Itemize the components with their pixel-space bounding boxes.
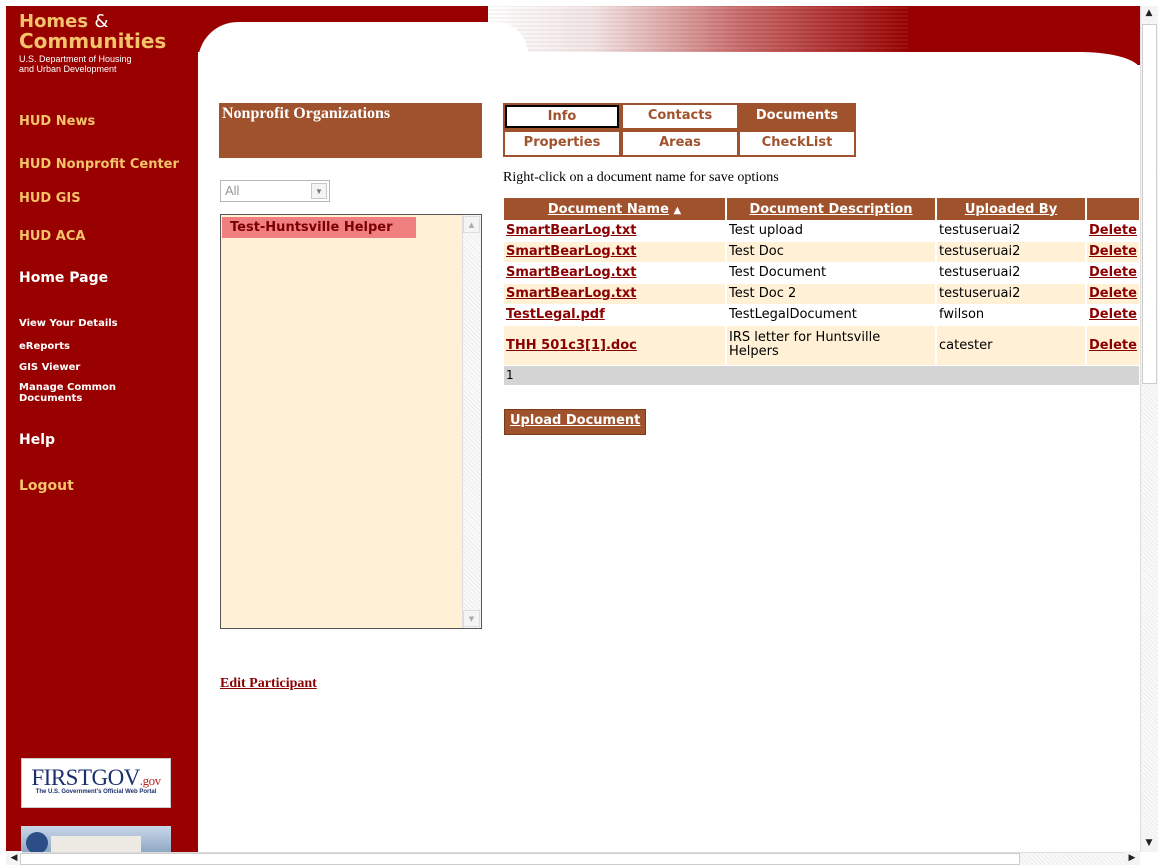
nav-home-page[interactable]: Home Page: [19, 270, 108, 286]
tab-bar: Info Contacts Documents Properties Areas…: [503, 103, 856, 157]
nav-hud-news[interactable]: HUD News: [19, 114, 95, 129]
organization-list[interactable]: Test-Huntsville Helper ▲ ▼: [220, 214, 482, 629]
document-name-link[interactable]: SmartBearLog.txt: [504, 241, 727, 263]
document-description: IRS letter for Huntsville Helpers: [726, 325, 937, 366]
seal-icon: [26, 832, 48, 852]
scroll-right-icon[interactable]: ▶: [1124, 851, 1140, 865]
scrollbar-thumb[interactable]: [1142, 24, 1157, 384]
tab-checklist[interactable]: CheckList: [740, 132, 854, 155]
table-row: SmartBearLog.txt Test upload testuseruai…: [504, 220, 1141, 242]
table-row: THH 501c3[1].doc IRS letter for Huntsvil…: [504, 325, 1141, 366]
header-banner: [198, 6, 1140, 65]
delete-link[interactable]: Delete: [1086, 220, 1141, 242]
document-description-header-label[interactable]: Document Description: [749, 202, 912, 217]
nav-manage-common-documents[interactable]: Manage Common Documents: [19, 382, 139, 404]
scrollbar-thumb[interactable]: [20, 853, 1020, 865]
uploaded-by: catester: [936, 325, 1087, 366]
uploaded-by: testuseruai2: [936, 283, 1087, 305]
tab-info[interactable]: Info: [505, 105, 619, 128]
firstgov-title: FIRSTGOV: [31, 765, 140, 790]
tab-contacts[interactable]: Contacts: [623, 105, 737, 128]
scroll-up-icon[interactable]: ▲: [463, 216, 480, 233]
table-pager-row: 1: [504, 365, 1141, 386]
upload-document-button[interactable]: Upload Document: [504, 409, 647, 435]
nav-hud-aca[interactable]: HUD ACA: [19, 229, 85, 244]
uploaded-by: testuseruai2: [936, 220, 1087, 242]
column-header-actions: [1086, 198, 1141, 220]
delete-link[interactable]: Delete: [1086, 283, 1141, 305]
logo-line2: Communities: [19, 29, 167, 53]
column-header-document-name[interactable]: Document Name ▲: [504, 198, 727, 220]
uploaded-by-header-label[interactable]: Uploaded By: [965, 202, 1057, 217]
delete-link[interactable]: Delete: [1086, 304, 1141, 326]
firstgov-suffix: .gov: [139, 773, 161, 788]
hud-logo[interactable]: Homes & Communities U.S. Department of H…: [19, 12, 166, 74]
table-row: SmartBearLog.txt Test Document testuseru…: [504, 262, 1141, 284]
list-scrollbar[interactable]: ▲ ▼: [462, 215, 481, 628]
logo-subtitle1: U.S. Department of Housing: [19, 54, 132, 64]
save-options-hint: Right-click on a document name for save …: [503, 170, 779, 185]
document-name-link[interactable]: SmartBearLog.txt: [504, 262, 727, 284]
list-item-test-huntsville-helper[interactable]: Test-Huntsville Helper: [222, 217, 416, 238]
document-name-link[interactable]: THH 501c3[1].doc: [504, 325, 727, 366]
table-row: SmartBearLog.txt Test Doc 2 testuseruai2…: [504, 283, 1141, 305]
whitehouse-image[interactable]: [21, 826, 171, 852]
tab-areas[interactable]: Areas: [623, 132, 737, 155]
nav-logout[interactable]: Logout: [19, 478, 74, 494]
left-sidebar: Homes & Communities U.S. Department of H…: [6, 6, 198, 852]
delete-link[interactable]: Delete: [1086, 241, 1141, 263]
nav-view-your-details[interactable]: View Your Details: [19, 318, 118, 329]
window-horizontal-scrollbar[interactable]: ◀ ▶: [6, 851, 1140, 865]
table-row: SmartBearLog.txt Test Doc testuseruai2 D…: [504, 241, 1141, 263]
document-name-link[interactable]: SmartBearLog.txt: [504, 283, 727, 305]
table-row: TestLegal.pdf TestLegalDocument fwilson …: [504, 304, 1141, 326]
scroll-down-icon[interactable]: ▼: [463, 610, 480, 627]
delete-link[interactable]: Delete: [1086, 325, 1141, 366]
nav-hud-nonprofit-center[interactable]: HUD Nonprofit Center: [19, 157, 179, 172]
document-description: Test Document: [726, 262, 937, 284]
document-description: Test Doc 2: [726, 283, 937, 305]
window-vertical-scrollbar[interactable]: ▲ ▼: [1140, 6, 1158, 852]
delete-link[interactable]: Delete: [1086, 262, 1141, 284]
uploaded-by: testuseruai2: [936, 262, 1087, 284]
column-header-document-description[interactable]: Document Description: [726, 198, 937, 220]
logo-subtitle2: and Urban Development: [19, 64, 117, 74]
sort-ascending-icon: ▲: [673, 204, 682, 216]
document-description: TestLegalDocument: [726, 304, 937, 326]
scroll-down-icon[interactable]: ▼: [1141, 836, 1157, 852]
nav-gis-viewer[interactable]: GIS Viewer: [19, 362, 80, 373]
building-image: [51, 836, 141, 852]
chevron-down-icon[interactable]: ▼: [311, 183, 327, 199]
firstgov-tagline: The U.S. Government's Official Web Porta…: [35, 789, 157, 795]
nonprofit-organizations-header: Nonprofit Organizations: [219, 103, 482, 158]
filter-value: All: [225, 183, 240, 198]
nav-help[interactable]: Help: [19, 432, 55, 448]
nav-hud-gis[interactable]: HUD GIS: [19, 191, 81, 206]
uploaded-by: testuseruai2: [936, 241, 1087, 263]
document-name-link[interactable]: TestLegal.pdf: [504, 304, 727, 326]
nav-ereports[interactable]: eReports: [19, 341, 70, 352]
banner-bottom-curve: [198, 52, 1140, 65]
page-number-link[interactable]: 1: [504, 365, 1141, 386]
table-header-row: Document Name ▲ Document Description Upl…: [504, 198, 1141, 220]
document-description: Test upload: [726, 220, 937, 242]
documents-table: Document Name ▲ Document Description Upl…: [504, 198, 1141, 386]
tab-properties[interactable]: Properties: [505, 132, 619, 155]
uploaded-by: fwilson: [936, 304, 1087, 326]
organization-filter-select[interactable]: All ▼: [220, 180, 330, 202]
document-name-header-label[interactable]: Document Name: [548, 202, 669, 217]
edit-participant-link[interactable]: Edit Participant: [220, 676, 317, 692]
column-header-uploaded-by[interactable]: Uploaded By: [936, 198, 1087, 220]
firstgov-logo[interactable]: FIRSTGOV.gov The U.S. Government's Offic…: [21, 758, 171, 808]
scroll-up-icon[interactable]: ▲: [1141, 6, 1157, 22]
document-name-link[interactable]: SmartBearLog.txt: [504, 220, 727, 242]
tab-documents[interactable]: Documents: [740, 105, 854, 128]
document-description: Test Doc: [726, 241, 937, 263]
